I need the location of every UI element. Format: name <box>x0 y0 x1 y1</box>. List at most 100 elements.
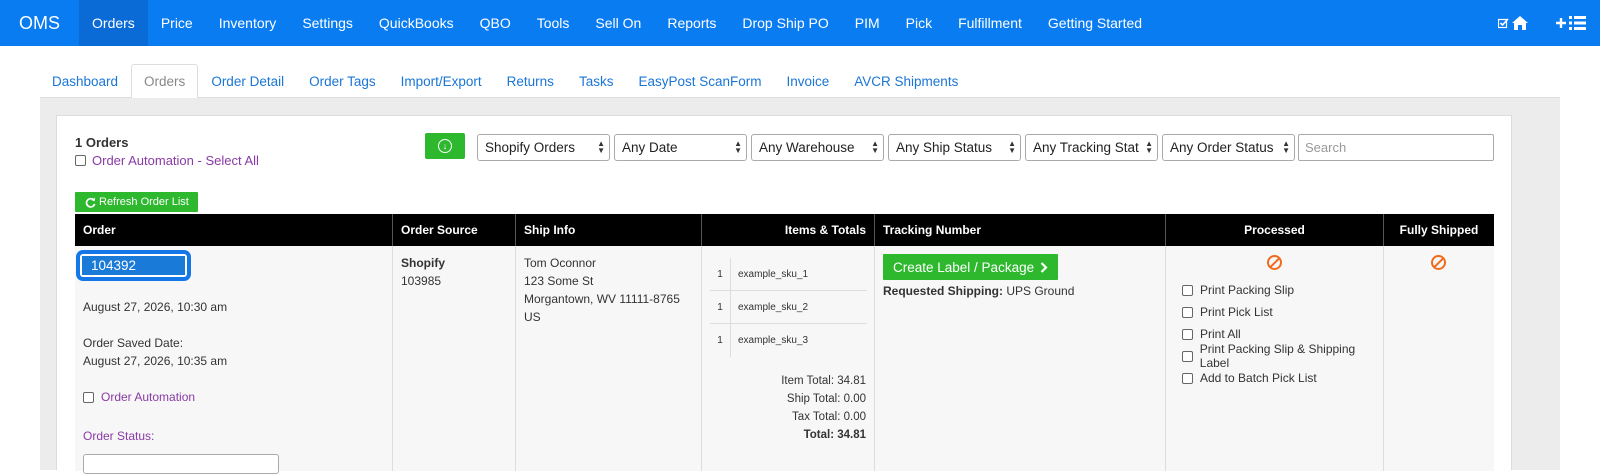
select-all-automation[interactable]: Order Automation - Select All <box>75 153 259 168</box>
order-id-link[interactable]: 104392 <box>76 250 191 281</box>
nav-item-reports[interactable]: Reports <box>654 0 729 46</box>
process-option-print-pick-list[interactable]: Print Pick List <box>1182 301 1383 323</box>
ship-city: Morgantown, WV 11111-8765 <box>524 292 680 306</box>
select-all-label[interactable]: Order Automation - Select All <box>92 153 259 168</box>
source-filter-select[interactable]: Shopify Orders ▲ ▼ <box>477 134 610 161</box>
nav-item-fulfillment[interactable]: Fulfillment <box>945 0 1035 46</box>
ship-status-filter-select[interactable]: Any Ship Status ▲ ▼ <box>888 134 1021 161</box>
create-label-button[interactable]: Create Label / Package <box>883 254 1059 280</box>
order-status-filter-select[interactable]: Any Order Status ▲ ▼ <box>1162 134 1295 161</box>
not-shipped-icon <box>1431 255 1446 270</box>
tab-import-export[interactable]: Import/Export <box>389 64 494 98</box>
date-filter-select[interactable]: Any Date ▲ ▼ <box>614 134 747 161</box>
ship-street: 123 Some St <box>524 274 594 288</box>
warehouse-filter-select[interactable]: Any Warehouse ▲ ▼ <box>751 134 884 161</box>
nav-item-pick[interactable]: Pick <box>893 0 945 46</box>
content-area: 1 Orders Order Automation - Select All ↓… <box>40 98 1560 474</box>
items-totals-cell: 1 example_sku_1 1 example_sku_2 1 exampl… <box>702 246 875 471</box>
tab-invoice[interactable]: Invoice <box>775 64 842 98</box>
tab-order-detail[interactable]: Order Detail <box>199 64 296 98</box>
table-row: 104392 August 27, 2026, 10:30 am Order S… <box>75 246 1494 474</box>
ship-country: US <box>524 310 541 324</box>
items-list: 1 example_sku_1 1 example_sku_2 1 exampl… <box>710 257 867 357</box>
ship-name: Tom Oconnor <box>524 256 597 270</box>
checkbox[interactable] <box>1182 306 1193 318</box>
nav-item-tools[interactable]: Tools <box>524 0 583 46</box>
select-arrows-icon: ▲ ▼ <box>871 139 879 155</box>
date-filter-value: Any Date <box>622 140 678 155</box>
process-option-label: Print Pick List <box>1200 305 1273 319</box>
header-fully-shipped: Fully Shipped <box>1399 223 1479 237</box>
not-processed-icon <box>1267 255 1282 270</box>
nav-item-getting-started[interactable]: Getting Started <box>1035 0 1155 46</box>
download-button[interactable]: ↓ <box>425 133 465 159</box>
select-arrows-icon: ▲ ▼ <box>1282 139 1290 155</box>
tab-easypost-scanform[interactable]: EasyPost ScanForm <box>626 64 773 98</box>
item-total: Item Total: 34.81 <box>781 375 866 387</box>
header-order-source: Order Source <box>393 214 516 246</box>
nav-item-inventory[interactable]: Inventory <box>206 0 290 46</box>
tab-avcr-shipments[interactable]: AVCR Shipments <box>842 64 970 98</box>
item-sku: example_sku_3 <box>738 335 809 346</box>
add-list-link[interactable] <box>1542 16 1600 30</box>
nav-item-quickbooks[interactable]: QuickBooks <box>366 0 467 46</box>
nav-item-settings[interactable]: Settings <box>289 0 366 46</box>
home-link[interactable] <box>1484 16 1542 30</box>
order-saved-date: August 27, 2026, 10:35 am <box>83 354 228 368</box>
create-label-text: Create Label / Package <box>893 259 1035 275</box>
tracking-status-filter-select[interactable]: Any Tracking Status ▲▼ <box>1025 134 1158 161</box>
source-filter-value: Shopify Orders <box>485 140 576 155</box>
header-order: Order <box>75 214 393 246</box>
order-status-select[interactable] <box>83 454 279 474</box>
tracking-cell: Create Label / Package Requested Shippin… <box>875 246 1166 471</box>
process-option-print-packing-slip[interactable]: Print Packing Slip <box>1182 279 1383 301</box>
list-item: 1 example_sku_1 <box>710 257 867 291</box>
brand-logo[interactable]: OMS <box>0 0 79 46</box>
process-option-print-slip-and-label[interactable]: Print Packing Slip & Shipping Label <box>1182 342 1383 370</box>
checkbox[interactable] <box>1182 284 1193 296</box>
tax-total: Tax Total: 0.00 <box>792 411 866 423</box>
header-tracking-number: Tracking Number <box>875 214 1166 246</box>
process-option-add-to-batch[interactable]: Add to Batch Pick List <box>1182 367 1383 389</box>
nav-item-orders[interactable]: Orders <box>79 0 148 46</box>
order-source-cell: Shopify 103985 <box>393 246 516 471</box>
order-id[interactable]: 104392 <box>82 256 185 275</box>
nav-item-pim[interactable]: PIM <box>842 0 893 46</box>
requested-shipping-value: UPS Ground <box>1006 284 1075 298</box>
warehouse-filter-value: Any Warehouse <box>759 140 855 155</box>
grand-total: Total: 34.81 <box>803 429 866 441</box>
header-processed: Processed <box>1166 214 1384 246</box>
item-qty: 1 <box>710 324 731 357</box>
tab-tasks[interactable]: Tasks <box>567 64 626 98</box>
refresh-label: Refresh Order List <box>99 196 189 208</box>
nav-item-qbo[interactable]: QBO <box>467 0 524 46</box>
nav-item-sell-on[interactable]: Sell On <box>582 0 654 46</box>
orders-panel: 1 Orders Order Automation - Select All ↓… <box>56 115 1512 474</box>
plus-icon <box>1556 18 1566 28</box>
nav-item-drop-ship-po[interactable]: Drop Ship PO <box>729 0 841 46</box>
order-source-name: Shopify <box>401 256 445 270</box>
item-sku: example_sku_2 <box>738 301 809 313</box>
tab-order-tags[interactable]: Order Tags <box>297 64 388 98</box>
list-item: 1 example_sku_3 <box>710 324 867 357</box>
checkbox[interactable] <box>1182 350 1193 362</box>
tab-dashboard[interactable]: Dashboard <box>40 64 130 98</box>
select-arrows-icon: ▲ ▼ <box>597 139 605 155</box>
checkbox[interactable] <box>1182 328 1193 340</box>
tab-returns[interactable]: Returns <box>495 64 566 98</box>
fully-shipped-cell <box>1384 246 1494 471</box>
refresh-order-list-button[interactable]: Refresh Order List <box>75 192 198 212</box>
order-automation-label[interactable]: Order Automation <box>101 388 195 406</box>
search-input[interactable]: Search <box>1298 134 1494 161</box>
top-navbar: OMS Orders Price Inventory Settings Quic… <box>0 0 1600 46</box>
checkbox[interactable] <box>1182 372 1193 384</box>
tab-orders[interactable]: Orders <box>131 64 199 99</box>
select-all-checkbox[interactable] <box>75 155 86 166</box>
processed-cell: Print Packing Slip Print Pick List Print… <box>1166 246 1384 471</box>
order-automation-toggle[interactable]: Order Automation <box>83 388 195 406</box>
header-ship-info: Ship Info <box>516 214 702 246</box>
ship-status-filter-value: Any Ship Status <box>896 140 993 155</box>
download-icon: ↓ <box>438 139 452 153</box>
order-automation-checkbox[interactable] <box>83 391 94 403</box>
nav-item-price[interactable]: Price <box>148 0 206 46</box>
